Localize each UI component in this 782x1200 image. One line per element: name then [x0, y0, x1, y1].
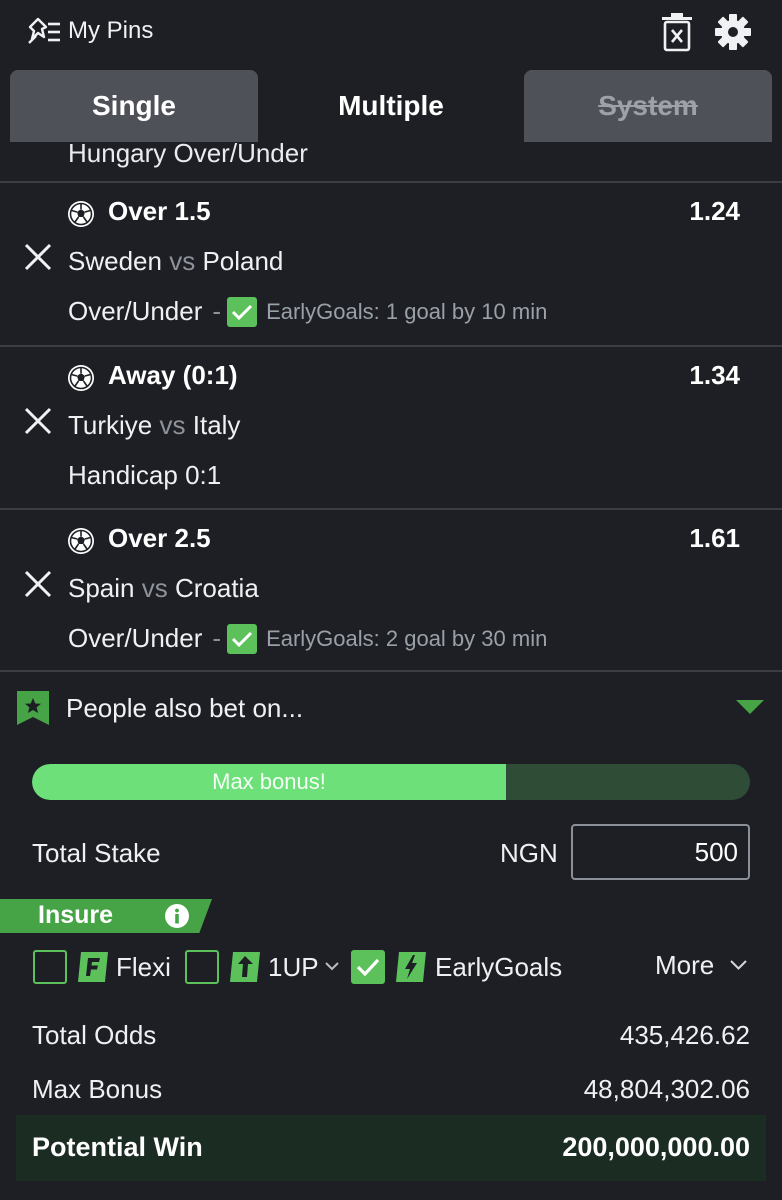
people-also-bet-label: People also bet on... [66, 693, 304, 723]
bonus-progress-label: Max bonus! [212, 769, 326, 794]
market-row: Over/Under - EarlyGoals: 1 goal by 10 mi… [68, 296, 547, 327]
partial-bet-row: Hungary Over/Under [68, 142, 308, 168]
home-team: Turkiye [68, 410, 153, 440]
match-name: Sweden vs Poland [68, 246, 283, 277]
early-goals-check-icon [227, 623, 258, 654]
flexi-label: Flexi [116, 952, 171, 982]
max-bonus-value: 48,804,302.06 [583, 1074, 750, 1104]
earlygoals-label: EarlyGoals [435, 952, 563, 982]
bet-type-tabs: Single Multiple System [0, 66, 782, 142]
bonus-progress-bar: Max bonus! [32, 764, 750, 800]
selection-name: Over 1.5 [108, 196, 211, 226]
oneup-label: 1UP [268, 952, 319, 982]
bet-item: Over 1.5 1.24 Sweden vs Poland Over/Unde… [0, 183, 782, 345]
bet-item: Over 2.5 1.61 Spain vs Croatia Over/Unde… [0, 510, 782, 672]
earlygoals-checkbox[interactable] [351, 950, 385, 984]
caret-down-icon [736, 700, 764, 714]
pin-list-icon[interactable] [26, 15, 62, 47]
total-odds-label: Total Odds [32, 1020, 157, 1050]
total-stake-label: Total Stake [32, 838, 161, 868]
tab-multiple[interactable]: Multiple [267, 70, 515, 142]
home-team: Sweden [68, 246, 162, 276]
potential-win-label: Potential Win [32, 1132, 203, 1162]
page-title: My Pins [68, 17, 154, 44]
people-also-bet-toggle[interactable]: People also bet on... [0, 674, 782, 744]
soccer-ball-icon [68, 201, 94, 227]
lightning-icon [396, 952, 426, 982]
close-icon[interactable] [22, 568, 54, 600]
max-bonus-label: Max Bonus [32, 1074, 163, 1104]
market-name: Handicap 0:1 [68, 460, 222, 490]
potential-win-value: 200,000,000.00 [562, 1132, 750, 1162]
home-team: Spain [68, 573, 135, 603]
header: My Pins [0, 0, 782, 66]
flexi-icon [78, 952, 108, 982]
bet-item: Away (0:1) 1.34 Turkiye vs Italy Handica… [0, 347, 782, 509]
close-icon[interactable] [22, 405, 54, 437]
market-name: Over/Under [68, 296, 203, 326]
early-goals-check-icon [227, 296, 258, 327]
soccer-ball-icon [68, 365, 94, 391]
away-team: Poland [202, 246, 284, 276]
stake-input[interactable] [571, 824, 750, 880]
currency-label: NGN [500, 838, 558, 868]
insure-label: Insure [38, 901, 114, 929]
match-name: Spain vs Croatia [68, 573, 259, 604]
vs-label: vs [159, 410, 186, 440]
market-row: Handicap 0:1 [68, 460, 221, 491]
total-odds-value: 435,426.62 [619, 1020, 750, 1050]
chevron-down-icon[interactable] [730, 960, 747, 970]
oneup-checkbox[interactable] [185, 950, 219, 984]
vs-label: vs [169, 246, 196, 276]
selection-odds: 1.34 [689, 360, 740, 390]
tab-single[interactable]: Single [10, 70, 258, 142]
bookmark-star-icon [17, 691, 49, 725]
oneup-arrow-icon [230, 952, 260, 982]
away-team: Croatia [174, 573, 259, 603]
more-options-button[interactable]: More [655, 950, 714, 981]
flexi-checkbox[interactable] [33, 950, 67, 984]
market-row: Over/Under - EarlyGoals: 2 goal by 30 mi… [68, 623, 547, 654]
selection-odds: 1.61 [689, 523, 740, 553]
early-goals-text: EarlyGoals: 2 goal by 30 min [266, 625, 548, 651]
market-separator: - [212, 623, 222, 653]
vs-label: vs [141, 573, 168, 603]
away-team: Italy [192, 410, 241, 440]
match-name: Turkiye vs Italy [68, 410, 240, 441]
market-name: Over/Under [68, 623, 203, 653]
soccer-ball-icon [68, 528, 94, 554]
selection-odds: 1.24 [689, 196, 740, 226]
market-separator: - [212, 296, 222, 326]
close-icon[interactable] [22, 241, 54, 273]
insure-banner: Insure [0, 899, 212, 933]
potential-win-row: Potential Win 200,000,000.00 [16, 1115, 766, 1181]
divider [0, 670, 782, 672]
selection-name: Away (0:1) [108, 360, 238, 390]
trash-icon[interactable] [660, 12, 694, 52]
bet-list: Hungary Over/Under Over 1.5 1.24 Sweden … [0, 142, 782, 672]
tab-system[interactable]: System [524, 70, 772, 142]
selection-name: Over 2.5 [108, 523, 211, 553]
gear-icon[interactable] [714, 13, 752, 51]
early-goals-text: EarlyGoals: 1 goal by 10 min [266, 298, 548, 324]
info-icon[interactable] [164, 903, 190, 929]
chevron-down-icon[interactable] [325, 962, 339, 971]
